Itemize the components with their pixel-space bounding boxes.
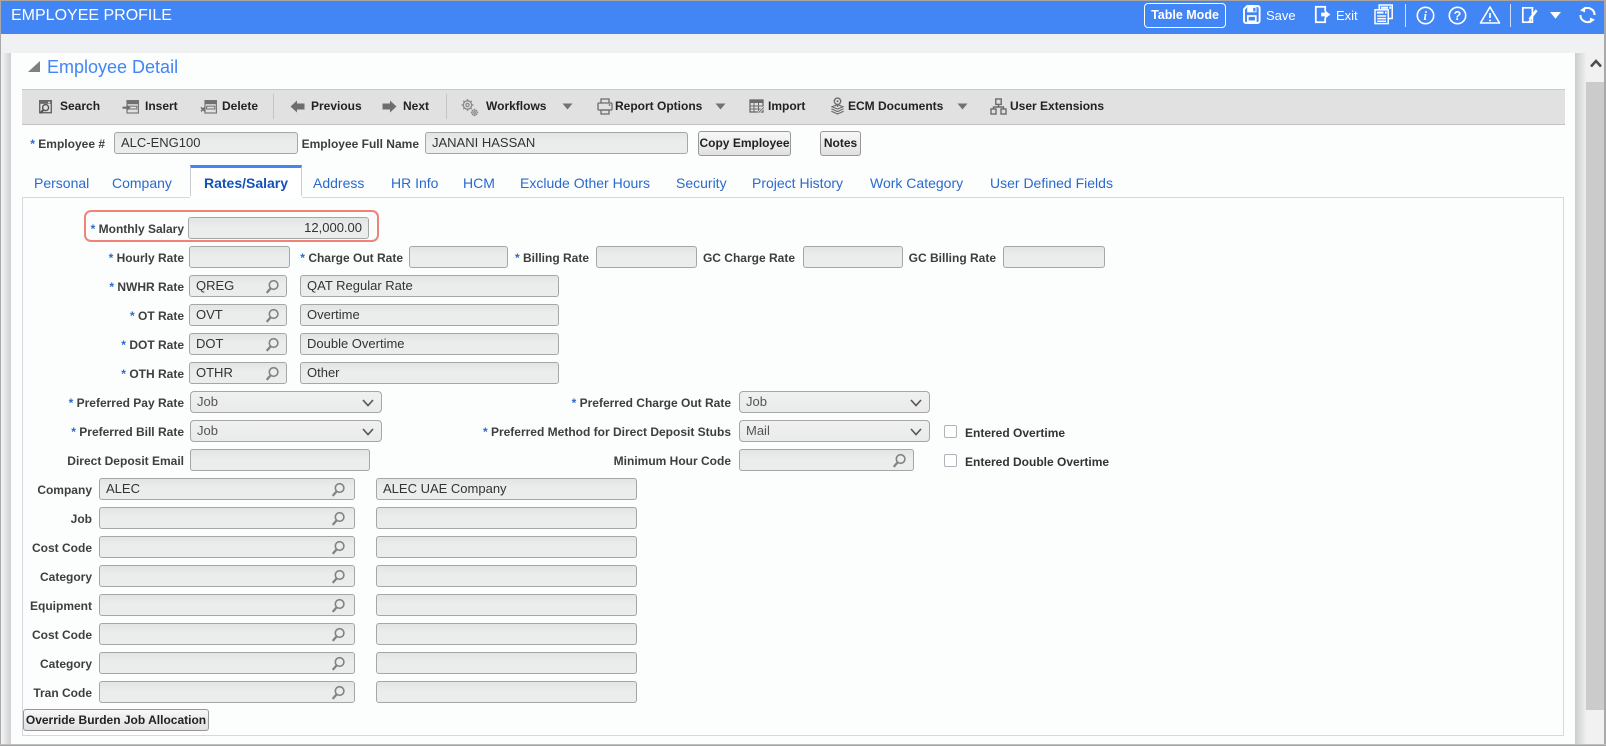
svg-text:i: i: [1423, 9, 1427, 23]
svg-text:?: ?: [1454, 9, 1462, 23]
